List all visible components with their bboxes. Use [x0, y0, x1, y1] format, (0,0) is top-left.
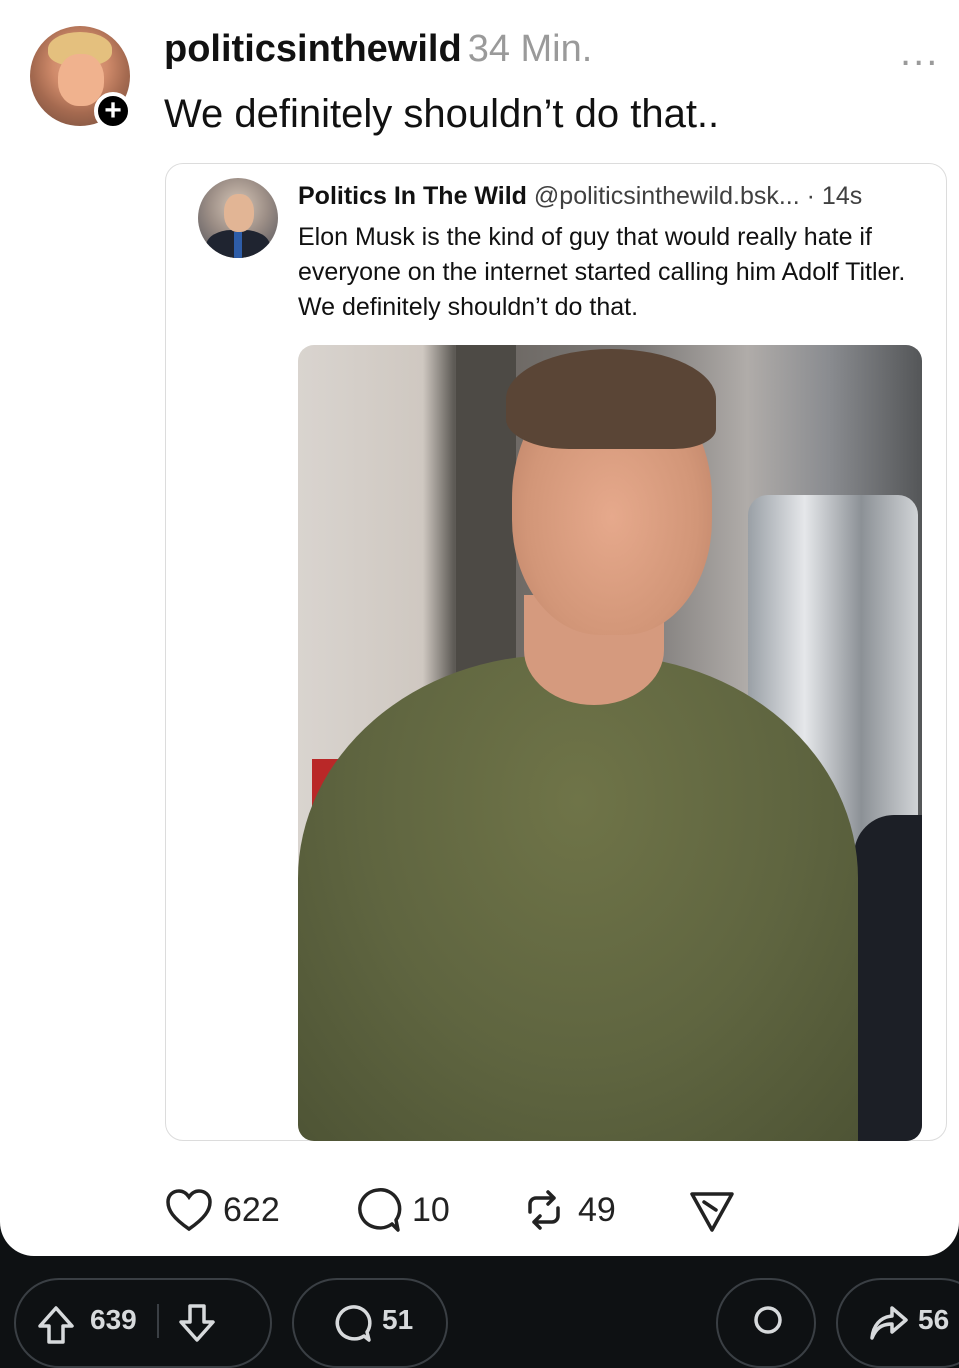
embed-header: Politics In The Wild @politicsinthewild.…: [298, 182, 862, 211]
action-bar: 622 10 49: [0, 1180, 959, 1240]
post-header: politicsinthewild 34 Min.: [164, 28, 592, 71]
vote-pill: 639: [14, 1278, 272, 1368]
embedded-post[interactable]: Politics In The Wild @politicsinthewild.…: [165, 163, 947, 1141]
repost-button[interactable]: 49: [520, 1180, 616, 1240]
embed-author: Politics In The Wild: [298, 182, 527, 210]
downvote-icon[interactable]: [177, 1304, 217, 1344]
embed-photo[interactable]: [298, 345, 922, 1141]
embed-text: Elon Musk is the kind of guy that would …: [298, 223, 906, 321]
comment-icon: [332, 1304, 372, 1344]
embed-avatar: [198, 178, 278, 258]
repost-icon: [520, 1186, 568, 1234]
upvote-icon[interactable]: [36, 1304, 76, 1344]
more-icon[interactable]: ...: [900, 30, 939, 75]
reddit-action-bar: 639 51 56: [0, 1256, 959, 1368]
comment-count: 51: [382, 1304, 414, 1335]
like-button[interactable]: 622: [165, 1180, 280, 1240]
share-count: 56: [918, 1304, 950, 1335]
reply-icon: [354, 1186, 402, 1234]
share-pill[interactable]: 56: [836, 1278, 959, 1368]
embed-time: · 14s: [806, 182, 863, 210]
username[interactable]: politicsinthewild: [164, 28, 462, 70]
heart-icon: [165, 1188, 213, 1232]
user-avatar[interactable]: +: [30, 26, 134, 130]
upvote-count: 639: [90, 1304, 137, 1335]
embed-handle: @politicsinthewild.bsk...: [533, 182, 800, 210]
comment-pill[interactable]: 51: [292, 1278, 448, 1368]
reply-count: 10: [412, 1190, 450, 1229]
post-card: + politicsinthewild 34 Min. ... We defini…: [0, 0, 959, 1256]
share-icon: [868, 1304, 908, 1344]
vote-divider: [156, 1304, 159, 1338]
send-button[interactable]: [688, 1180, 736, 1240]
like-count: 622: [223, 1190, 280, 1229]
send-icon: [688, 1186, 736, 1234]
post-time: 34 Min.: [467, 28, 593, 70]
reply-button[interactable]: 10: [354, 1180, 450, 1240]
award-pill[interactable]: [716, 1278, 816, 1368]
post-text: We definitely shouldn’t do that..: [164, 92, 720, 136]
award-icon: [748, 1304, 788, 1344]
repost-count: 49: [578, 1190, 616, 1229]
plus-icon[interactable]: +: [94, 92, 132, 130]
